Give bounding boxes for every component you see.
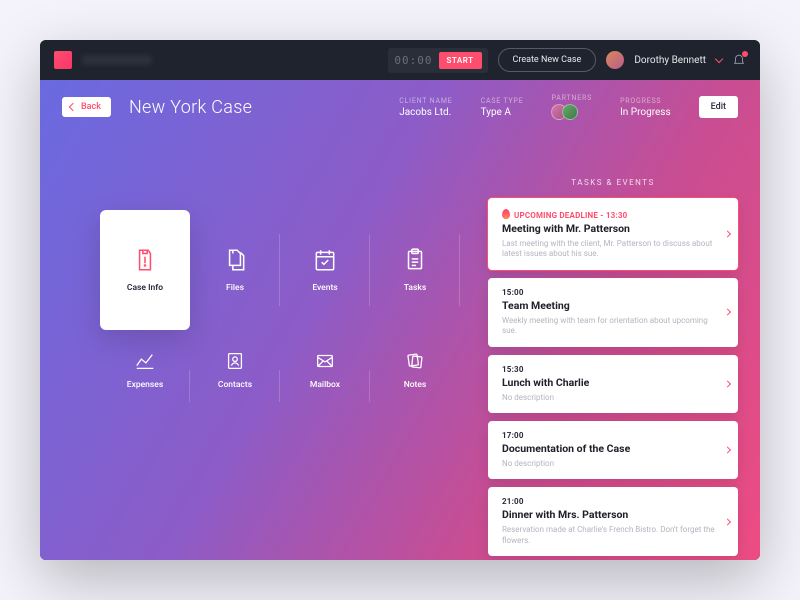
event-desc: No description xyxy=(502,459,716,469)
event-card[interactable]: 15:00 Team Meeting Weekly meeting with t… xyxy=(488,278,738,347)
user-menu-chevron-icon[interactable] xyxy=(715,54,723,62)
event-title: Meeting with Mr. Patterson xyxy=(502,222,716,235)
category-events[interactable]: Events xyxy=(280,210,370,330)
case-header: Back New York Case Client Name Jacobs Lt… xyxy=(40,80,760,120)
category-files[interactable]: Files xyxy=(190,210,280,330)
category-grid: Case Info Files Events Tasks Expenses xyxy=(100,210,460,426)
notes-icon xyxy=(404,350,426,372)
user-name[interactable]: Dorothy Bennett xyxy=(634,55,706,66)
event-desc: Reservation made at Charlie's French Bis… xyxy=(502,525,716,546)
brand-logo[interactable] xyxy=(54,51,72,69)
category-notes[interactable]: Notes xyxy=(370,346,460,426)
event-card[interactable]: UPCOMING DEADLINE - 13:30 Meeting with M… xyxy=(488,198,738,270)
chart-icon xyxy=(134,350,156,372)
event-title: Documentation of the Case xyxy=(502,442,716,455)
event-card[interactable]: 15:30 Lunch with Charlie No description xyxy=(488,355,738,413)
meta-type-value: Type A xyxy=(481,107,524,118)
topbar: 00:00 START Create New Case Dorothy Benn… xyxy=(40,40,760,80)
notification-dot xyxy=(742,51,748,57)
event-time: UPCOMING DEADLINE - 13:30 xyxy=(502,208,716,220)
event-card[interactable]: 17:00 Documentation of the Case No descr… xyxy=(488,421,738,479)
category-label: Contacts xyxy=(218,380,252,390)
event-desc: Weekly meeting with team for orientation… xyxy=(502,316,716,337)
files-icon xyxy=(222,247,248,273)
category-label: Tasks xyxy=(404,283,426,293)
event-time: 21:00 xyxy=(502,497,716,506)
category-mailbox[interactable]: Mailbox xyxy=(280,346,370,426)
event-time: 17:00 xyxy=(502,431,716,440)
meta-client-label: Client Name xyxy=(399,97,452,105)
meta-progress: Progress In Progress xyxy=(620,97,671,118)
meta-type: Case Type Type A xyxy=(481,97,524,118)
event-title: Lunch with Charlie xyxy=(502,376,716,389)
category-case-info[interactable]: Case Info xyxy=(100,210,190,330)
category-label: Files xyxy=(226,283,244,293)
chevron-right-icon xyxy=(724,230,731,237)
back-arrow-icon xyxy=(69,103,77,111)
event-desc: Last meeting with the client, Mr. Patter… xyxy=(502,239,716,260)
events-heading: Tasks & Events xyxy=(488,178,738,187)
timer-value: 00:00 xyxy=(394,54,432,67)
meta-partners-label: Partners xyxy=(551,94,592,102)
meta-progress-label: Progress xyxy=(620,97,671,105)
chevron-right-icon xyxy=(724,518,731,525)
meta-progress-value: In Progress xyxy=(620,107,671,118)
event-title: Team Meeting xyxy=(502,299,716,312)
app-window: 00:00 START Create New Case Dorothy Benn… xyxy=(40,40,760,560)
category-expenses[interactable]: Expenses xyxy=(100,346,190,426)
event-card[interactable]: 21:00 Dinner with Mrs. Patterson Reserva… xyxy=(488,487,738,556)
timer-widget: 00:00 START xyxy=(388,48,487,73)
category-tasks[interactable]: Tasks xyxy=(370,210,460,330)
brand-wordmark xyxy=(82,55,152,65)
meta-client-value: Jacobs Ltd. xyxy=(399,107,452,118)
tasks-icon xyxy=(402,247,428,273)
create-case-button[interactable]: Create New Case xyxy=(498,48,597,72)
partner-avatar-2 xyxy=(562,104,578,120)
event-title: Dinner with Mrs. Patterson xyxy=(502,508,716,521)
calendar-icon xyxy=(312,247,338,273)
event-time: 15:30 xyxy=(502,365,716,374)
category-label: Case Info xyxy=(127,283,163,293)
case-meta: Client Name Jacobs Ltd. Case Type Type A… xyxy=(399,94,738,120)
chevron-right-icon xyxy=(724,309,731,316)
case-info-icon xyxy=(132,247,158,273)
category-label: Expenses xyxy=(127,380,163,390)
contact-icon xyxy=(224,350,246,372)
category-label: Notes xyxy=(404,380,427,390)
event-desc: No description xyxy=(502,393,716,403)
edit-button[interactable]: Edit xyxy=(699,96,738,118)
category-label: Events xyxy=(312,283,337,293)
user-avatar[interactable] xyxy=(606,51,624,69)
partners-avatars[interactable] xyxy=(551,104,592,120)
category-label: Mailbox xyxy=(310,380,340,390)
case-body: Back New York Case Client Name Jacobs Lt… xyxy=(40,80,760,560)
event-time: 15:00 xyxy=(502,288,716,297)
back-button[interactable]: Back xyxy=(62,97,111,117)
events-list: UPCOMING DEADLINE - 13:30 Meeting with M… xyxy=(488,198,738,560)
chevron-right-icon xyxy=(724,447,731,454)
case-title: New York Case xyxy=(129,97,252,118)
category-contacts[interactable]: Contacts xyxy=(190,346,280,426)
chevron-right-icon xyxy=(724,380,731,387)
meta-client: Client Name Jacobs Ltd. xyxy=(399,97,452,118)
notifications-button[interactable] xyxy=(732,53,746,67)
meta-type-label: Case Type xyxy=(481,97,524,105)
urgent-icon xyxy=(502,209,510,219)
back-label: Back xyxy=(81,102,101,112)
meta-partners: Partners xyxy=(551,94,592,120)
timer-start-button[interactable]: START xyxy=(439,52,482,69)
mail-icon xyxy=(314,350,336,372)
